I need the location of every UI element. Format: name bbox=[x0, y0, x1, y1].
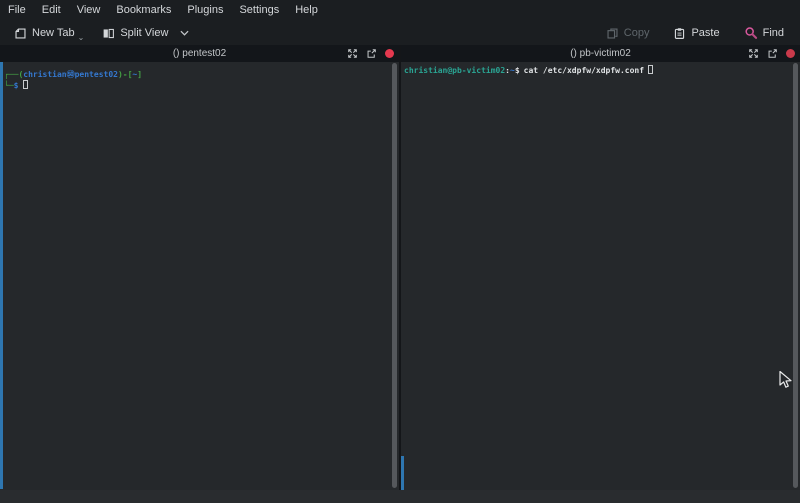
paste-label: Paste bbox=[691, 27, 719, 39]
terminal-pentest02[interactable]: ┌──(christian㊿pentest02)-[~] └─$ bbox=[0, 62, 399, 490]
maximize-view-button[interactable] bbox=[347, 48, 358, 59]
scrollbar[interactable] bbox=[392, 63, 397, 488]
menu-file[interactable]: File bbox=[8, 1, 34, 20]
search-icon bbox=[744, 26, 758, 40]
prompt-line: christian@pb-victim02:~$cat /etc/xdpfw/x… bbox=[404, 65, 790, 76]
chevron-down-icon bbox=[180, 30, 189, 36]
pane-title-pb-victim02: () pb-victim02 bbox=[401, 48, 800, 59]
pane-controls bbox=[748, 48, 800, 59]
menu-plugins[interactable]: Plugins bbox=[179, 1, 231, 20]
terminal-pb-victim02[interactable]: christian@pb-victim02:~$cat /etc/xdpfw/x… bbox=[401, 62, 800, 490]
new-tab-icon bbox=[14, 27, 27, 40]
focus-indicator bbox=[0, 62, 3, 489]
window-footer bbox=[0, 490, 800, 503]
typed-command: cat /etc/xdpfw/xdpfw.conf bbox=[524, 66, 644, 75]
split-view-icon bbox=[102, 27, 115, 40]
konsole-window: { "menubar": { "items": ["File", "Edit",… bbox=[0, 0, 800, 503]
terminal-cursor bbox=[23, 80, 28, 89]
find-label: Find bbox=[763, 27, 784, 39]
scrollbar[interactable] bbox=[793, 63, 798, 488]
detach-view-button[interactable] bbox=[366, 48, 377, 59]
prompt-line-2: └─$ bbox=[4, 80, 389, 91]
main-toolbar: New Tab ⌄ Split View Copy bbox=[0, 21, 800, 45]
close-view-button[interactable] bbox=[786, 49, 795, 58]
pane-header-pb-victim02[interactable]: () pb-victim02 bbox=[401, 45, 800, 62]
new-tab-button[interactable]: New Tab ⌄ bbox=[10, 25, 90, 42]
terminal-cursor bbox=[648, 65, 653, 74]
terminal-pane-pentest02: () pentest02 bbox=[0, 45, 399, 490]
copy-icon bbox=[606, 27, 619, 40]
close-view-button[interactable] bbox=[385, 49, 394, 58]
maximize-view-button[interactable] bbox=[748, 48, 759, 59]
copy-label: Copy bbox=[624, 27, 650, 39]
split-view-label: Split View bbox=[120, 27, 168, 39]
split-container: () pentest02 bbox=[0, 45, 800, 490]
split-view-button[interactable]: Split View bbox=[98, 25, 193, 42]
terminal-pane-pb-victim02: () pb-victim02 bbox=[401, 45, 800, 490]
copy-button[interactable]: Copy bbox=[602, 25, 654, 42]
pane-title-pentest02: () pentest02 bbox=[0, 48, 399, 59]
pane-header-pentest02[interactable]: () pentest02 bbox=[0, 45, 399, 62]
paste-icon bbox=[673, 27, 686, 40]
paste-button[interactable]: Paste bbox=[669, 25, 723, 42]
toolbar-right-group: Copy Paste Find bbox=[602, 24, 790, 42]
menu-bookmarks[interactable]: Bookmarks bbox=[108, 1, 179, 20]
menu-help[interactable]: Help bbox=[287, 1, 326, 20]
find-button[interactable]: Find bbox=[740, 24, 788, 42]
menu-edit[interactable]: Edit bbox=[34, 1, 69, 20]
new-lines-indicator bbox=[401, 456, 404, 490]
menu-bar: File Edit View Bookmarks Plugins Setting… bbox=[0, 0, 800, 21]
menu-settings[interactable]: Settings bbox=[231, 1, 287, 20]
pane-controls bbox=[347, 48, 399, 59]
detach-view-button[interactable] bbox=[767, 48, 778, 59]
prompt-line-1: ┌──(christian㊿pentest02)-[~] bbox=[4, 69, 389, 80]
menu-view[interactable]: View bbox=[69, 1, 109, 20]
new-tab-label: New Tab bbox=[32, 27, 75, 39]
new-tab-caret-icon: ⌄ bbox=[78, 33, 85, 42]
